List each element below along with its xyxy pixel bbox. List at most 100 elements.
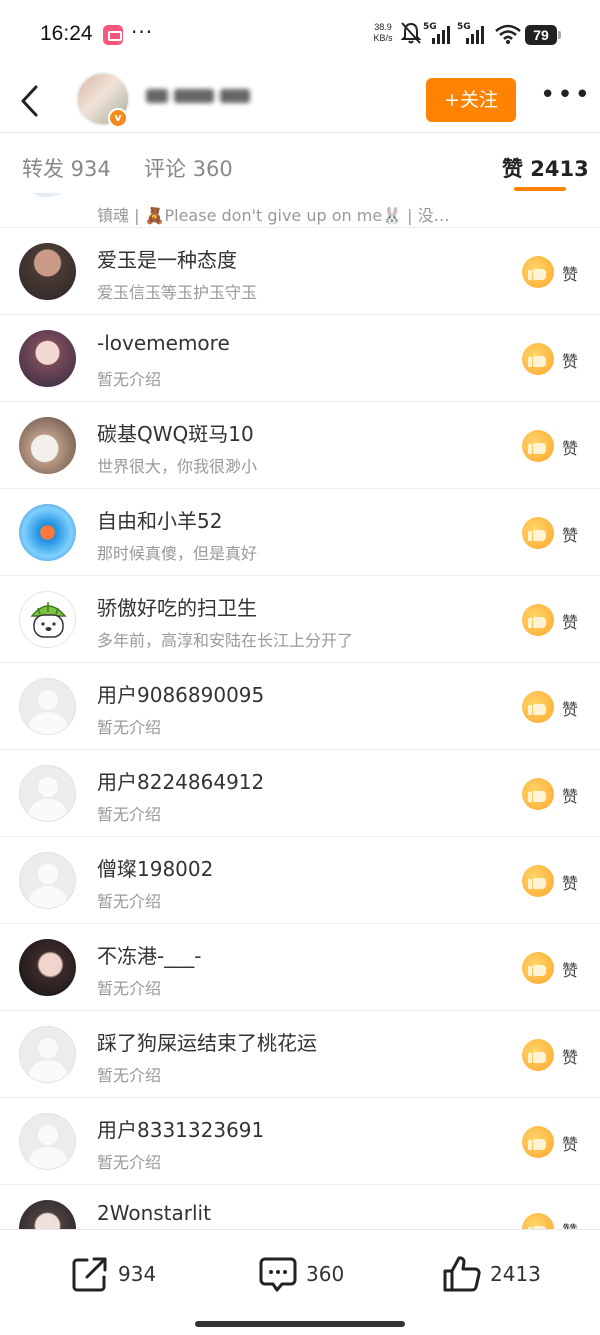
liker-desc: 那时候真傻，但是真好 — [97, 544, 258, 563]
liker-desc: 爱玉信玉等玉护玉守玉 — [97, 283, 258, 302]
liker-desc: 暂无介绍 — [97, 1066, 162, 1085]
tab-bar: 转发 934 评论 360 赞 2413 — [0, 133, 600, 193]
liker-name[interactable]: 爱玉是一种态度 — [97, 244, 237, 273]
avatar[interactable] — [19, 1200, 76, 1229]
like-badge-icon — [522, 256, 554, 288]
status-time: 16:24 — [40, 22, 93, 45]
default-avatar-icon[interactable] — [19, 765, 76, 822]
list-item[interactable]: 自由和小羊52 那时候真傻，但是真好 赞 — [0, 489, 600, 576]
back-arrow-icon[interactable] — [16, 82, 46, 120]
liker-name[interactable]: 僧璨198002 — [97, 853, 213, 882]
list-item[interactable]: 碳基QWQ斑马10 世界很大，你我很渺小 赞 — [0, 402, 600, 489]
repost-button[interactable]: 934 — [70, 1254, 170, 1294]
tab-like[interactable]: 赞 2413 — [502, 153, 589, 183]
list-item[interactable]: -lovememore 暂无介绍 赞 — [0, 315, 600, 402]
repost-count: 934 — [118, 1262, 157, 1286]
comment-button[interactable]: 360 — [258, 1254, 358, 1294]
comment-icon — [259, 1257, 297, 1292]
list-item[interactable]: 2Wonstarlit 赞 — [0, 1185, 600, 1229]
like-label: 赞 — [562, 787, 579, 806]
avatar[interactable] — [19, 243, 76, 300]
more-notifications-icon: ··· — [131, 20, 154, 44]
like-label: 赞 — [562, 265, 579, 284]
like-badge-icon — [522, 604, 554, 636]
list-item[interactable]: 骄傲好吃的扫卫生 多年前，高淳和安陆在长江上分开了 赞 — [0, 576, 600, 663]
like-badge-icon — [522, 865, 554, 897]
profile-header: v +关注 ••• — [0, 70, 600, 132]
mute-bell-icon — [400, 22, 422, 44]
avatar[interactable] — [19, 330, 76, 387]
verified-badge-icon: v — [108, 108, 128, 128]
liker-name[interactable]: 2Wonstarlit — [97, 1201, 211, 1225]
like-label: 赞 — [562, 874, 579, 893]
list-item[interactable]: 不冻港-___- 暂无介绍 赞 — [0, 924, 600, 1011]
like-button[interactable]: 2413 — [442, 1254, 552, 1294]
signal-bars-icon — [432, 26, 450, 44]
like-label: 赞 — [562, 613, 579, 632]
liker-name[interactable]: 不冻港-___- — [97, 940, 201, 969]
liker-desc: 暂无介绍 — [97, 892, 162, 911]
status-bar: 16:24 ··· 38.9 KB/s 5G 5G 79 — [0, 0, 600, 70]
like-badge-icon — [522, 1126, 554, 1158]
comment-count: 360 — [306, 1262, 345, 1286]
default-avatar-icon[interactable] — [19, 1026, 76, 1083]
follow-button[interactable]: +关注 — [426, 78, 516, 122]
avatar[interactable] — [19, 504, 76, 561]
liker-desc: 暂无介绍 — [97, 718, 162, 737]
like-label: 赞 — [562, 961, 579, 980]
like-label: 赞 — [562, 700, 579, 719]
default-avatar-icon[interactable] — [19, 852, 76, 909]
thumbs-up-icon — [443, 1256, 481, 1292]
avatar[interactable] — [19, 417, 76, 474]
more-options-icon[interactable]: ••• — [540, 82, 590, 112]
liker-list[interactable]: v 镇魂 | 🧸Please don't give up on me🐰 | 没…… — [0, 193, 600, 1229]
list-item[interactable]: 爱玉是一种态度 爱玉信玉等玉护玉守玉 赞 — [0, 228, 600, 315]
app-notification-icon — [103, 25, 123, 45]
liker-name[interactable]: 用户9086890095 — [97, 679, 264, 708]
list-item[interactable]: 用户9086890095 暂无介绍 赞 — [0, 663, 600, 750]
liker-name[interactable]: 用户8331323691 — [97, 1114, 264, 1143]
liker-desc: 暂无介绍 — [97, 1153, 162, 1172]
liker-desc: 暂无介绍 — [97, 805, 162, 824]
liker-name[interactable]: 踩了狗屎运结束了桃花运 — [97, 1027, 317, 1056]
list-item[interactable]: v 镇魂 | 🧸Please don't give up on me🐰 | 没… — [0, 193, 600, 228]
list-item[interactable]: 用户8331323691 暂无介绍 赞 — [0, 1098, 600, 1185]
liker-desc: 多年前，高淳和安陆在长江上分开了 — [97, 631, 354, 650]
liker-desc: 世界很大，你我很渺小 — [97, 457, 258, 476]
bottom-action-bar: 934 360 2413 — [0, 1229, 600, 1335]
default-avatar-icon[interactable] — [19, 678, 76, 735]
avatar[interactable] — [19, 591, 76, 648]
liker-name[interactable]: -lovememore — [97, 331, 230, 355]
like-badge-icon — [522, 1039, 554, 1071]
tab-repost[interactable]: 转发 934 — [22, 153, 111, 183]
like-badge-icon — [522, 517, 554, 549]
liker-desc: 镇魂 | 🧸Please don't give up on me🐰 | 没… — [97, 206, 450, 225]
like-count: 2413 — [490, 1262, 541, 1286]
home-indicator[interactable] — [195, 1321, 405, 1327]
like-label: 赞 — [562, 439, 579, 458]
like-badge-icon — [522, 778, 554, 810]
list-item[interactable]: 僧璨198002 暂无介绍 赞 — [0, 837, 600, 924]
active-tab-indicator — [514, 187, 566, 191]
like-label: 赞 — [562, 526, 579, 545]
tab-comment[interactable]: 评论 360 — [144, 153, 233, 183]
list-item[interactable]: 用户8224864912 暂无介绍 赞 — [0, 750, 600, 837]
liker-name[interactable]: 碳基QWQ斑马10 — [97, 418, 254, 447]
like-badge-icon — [522, 691, 554, 723]
liker-name[interactable]: 自由和小羊52 — [97, 505, 222, 534]
liker-desc: 暂无介绍 — [97, 979, 162, 998]
like-label: 赞 — [562, 352, 579, 371]
wifi-icon — [495, 24, 521, 44]
default-avatar-icon[interactable] — [19, 1113, 76, 1170]
avatar[interactable] — [19, 193, 76, 197]
liker-name[interactable]: 用户8224864912 — [97, 766, 264, 795]
like-badge-icon — [522, 952, 554, 984]
liker-name[interactable]: 骄傲好吃的扫卫生 — [97, 592, 257, 621]
avatar[interactable] — [19, 939, 76, 996]
like-label: 赞 — [562, 1135, 579, 1154]
like-badge-icon — [522, 430, 554, 462]
battery-indicator: 79 — [525, 25, 561, 45]
liker-desc: 暂无介绍 — [97, 370, 162, 389]
share-icon — [72, 1257, 107, 1292]
list-item[interactable]: 踩了狗屎运结束了桃花运 暂无介绍 赞 — [0, 1011, 600, 1098]
